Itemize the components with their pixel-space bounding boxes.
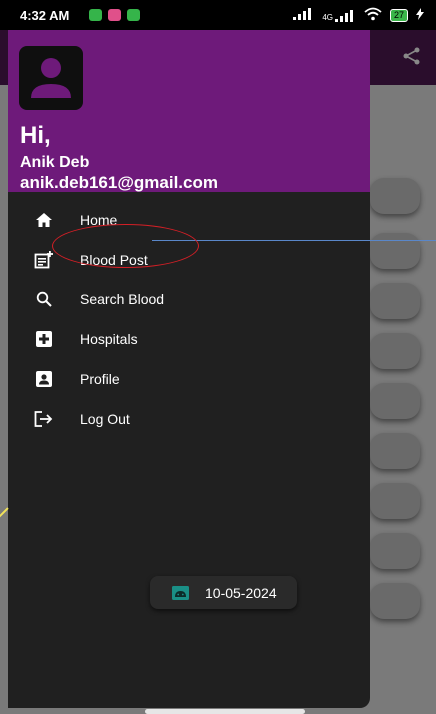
list-card[interactable] [370,433,420,469]
drawer-header: Hi, Anik Deb anik.deb161@gmail.com [8,30,370,192]
battery-level: 27 [393,10,404,20]
profile-icon [8,371,80,388]
list-card[interactable] [370,483,420,519]
logout-icon [8,410,80,427]
avatar[interactable] [19,46,83,110]
list-card[interactable] [370,383,420,419]
list-card[interactable] [370,333,420,369]
home-indicator[interactable] [145,709,305,714]
drawer-item-label: Hospitals [80,331,138,348]
date-chip: 10-05-2024 [150,576,297,609]
drawer-item-label: Log Out [80,410,130,427]
drawer-item-profile[interactable]: Profile [8,359,370,399]
signal-icon [292,8,314,23]
list-card[interactable] [370,233,420,269]
list-card[interactable] [370,583,420,619]
drawer-item-label: Search Blood [80,291,165,308]
app-notification-icon [89,9,102,21]
drawer-item-hospitals[interactable]: Hospitals [8,319,370,359]
share-icon[interactable] [402,46,422,72]
battery-icon: 27 [389,9,408,22]
drawer-item-search-blood[interactable]: Search Blood [8,280,370,320]
list-card[interactable] [370,533,420,569]
app-notification-icon [108,9,121,21]
network-type-label: 4G [322,12,333,22]
status-bar: 4:32 AM 4G 27 [0,0,436,30]
status-time: 4:32 AM [20,8,70,23]
charging-icon [416,8,424,23]
person-icon [31,58,71,98]
drawer-item-label: Profile [80,371,120,388]
home-icon [8,212,80,228]
list-card[interactable] [370,178,420,214]
date-text: 10-05-2024 [205,584,277,601]
greeting-text: Hi, [20,122,51,149]
app-notification-icon [127,9,140,21]
user-email: anik.deb161@gmail.com [20,173,218,192]
signal-4g-icon: 4G [322,9,356,22]
android-icon [172,585,189,600]
hospital-icon [8,331,80,348]
wifi-icon [364,7,382,24]
annotation-circle [52,224,199,268]
drawer-item-log-out[interactable]: Log Out [8,399,370,439]
user-name: Anik Deb [20,154,90,171]
search-icon [8,291,80,308]
system-icons: 4G 27 [292,7,424,24]
list-card[interactable] [370,283,420,319]
